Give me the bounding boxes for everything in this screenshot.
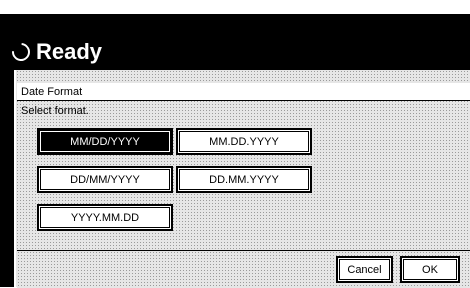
- cancel-button[interactable]: Cancel: [336, 256, 393, 283]
- ready-circle-icon: [8, 39, 34, 65]
- instruction-text: Select format.: [21, 105, 89, 117]
- format-option-mm-dd-yyyy-dot[interactable]: MM.DD.YYYY: [176, 128, 312, 155]
- format-option-yyyy-mm-dd[interactable]: YYYY.MM.DD: [37, 204, 173, 231]
- status-title-bar: Ready: [8, 32, 103, 72]
- ok-button[interactable]: OK: [400, 256, 460, 283]
- format-option-dd-mm-yyyy-slash[interactable]: DD/MM/YYYY: [37, 166, 173, 193]
- format-option-dd-mm-yyyy-dot[interactable]: DD.MM.YYYY: [176, 166, 312, 193]
- dialog-title: Date Format: [17, 83, 470, 101]
- status-title: Ready: [36, 39, 103, 64]
- format-option-mm-dd-yyyy-slash[interactable]: MM/DD/YYYY: [37, 128, 173, 155]
